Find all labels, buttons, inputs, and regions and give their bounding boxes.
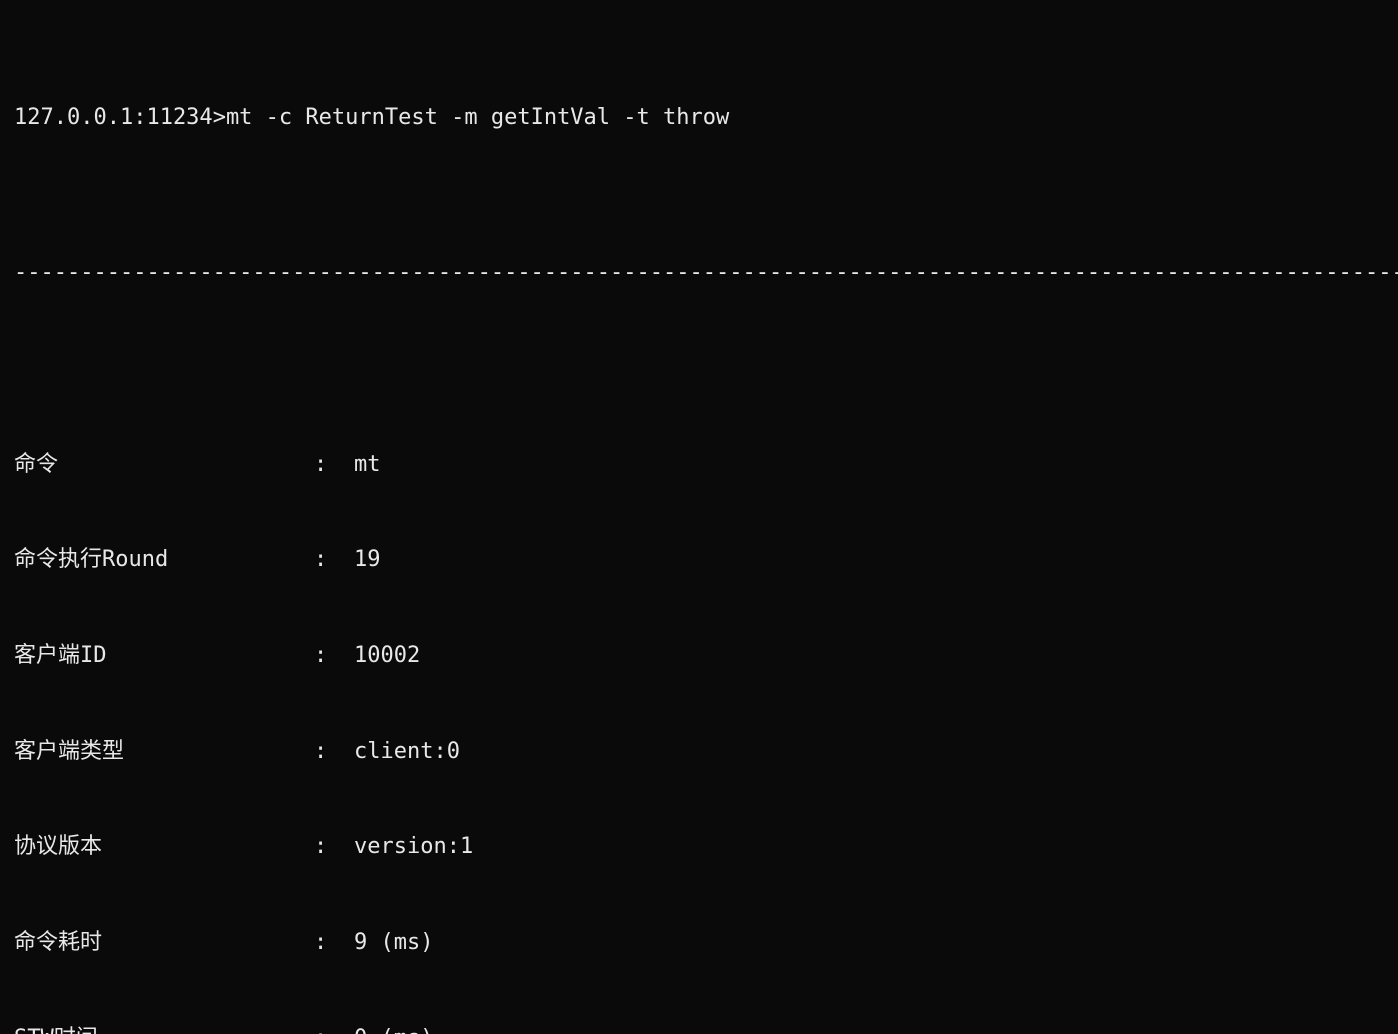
info-row: 命令: mt (14, 449, 1384, 481)
typed-command: mt -c ReturnTest -m getIntVal -t throw (226, 105, 729, 130)
info-value: 10002 (354, 640, 420, 672)
info-label: 客户端类型 (14, 736, 314, 768)
info-label: 命令 (14, 449, 314, 481)
prompt-sep: > (213, 105, 226, 130)
info-value: client:0 (354, 736, 460, 768)
info-label: 命令执行Round (14, 544, 314, 576)
info-label: 客户端ID (14, 640, 314, 672)
info-value: 9 (ms) (354, 927, 433, 959)
info-value: 0 (ms) (354, 1023, 433, 1034)
info-value: version:1 (354, 831, 473, 863)
info-row: 协议版本: version:1 (14, 831, 1384, 863)
info-label: 协议版本 (14, 831, 314, 863)
info-value: mt (354, 449, 381, 481)
info-value: 19 (354, 544, 381, 576)
terminal-output[interactable]: 127.0.0.1:11234>mt -c ReturnTest -m getI… (0, 0, 1398, 1034)
info-row: 客户端类型: client:0 (14, 736, 1384, 768)
info-row: 命令执行Round: 19 (14, 544, 1384, 576)
info-row: 客户端ID: 10002 (14, 640, 1384, 672)
info-row: STW时间: 0 (ms) (14, 1023, 1384, 1034)
info-label: 命令耗时 (14, 927, 314, 959)
prompt-line[interactable]: 127.0.0.1:11234>mt -c ReturnTest -m getI… (14, 102, 1384, 134)
prompt-host: 127.0.0.1:11234 (14, 105, 213, 130)
info-label: STW时间 (14, 1023, 314, 1034)
info-block: 命令: mt 命令执行Round: 19 客户端ID: 10002 客户端类型:… (14, 385, 1384, 1034)
info-row: 命令耗时: 9 (ms) (14, 927, 1384, 959)
divider-top: ----------------------------------------… (14, 257, 1384, 289)
